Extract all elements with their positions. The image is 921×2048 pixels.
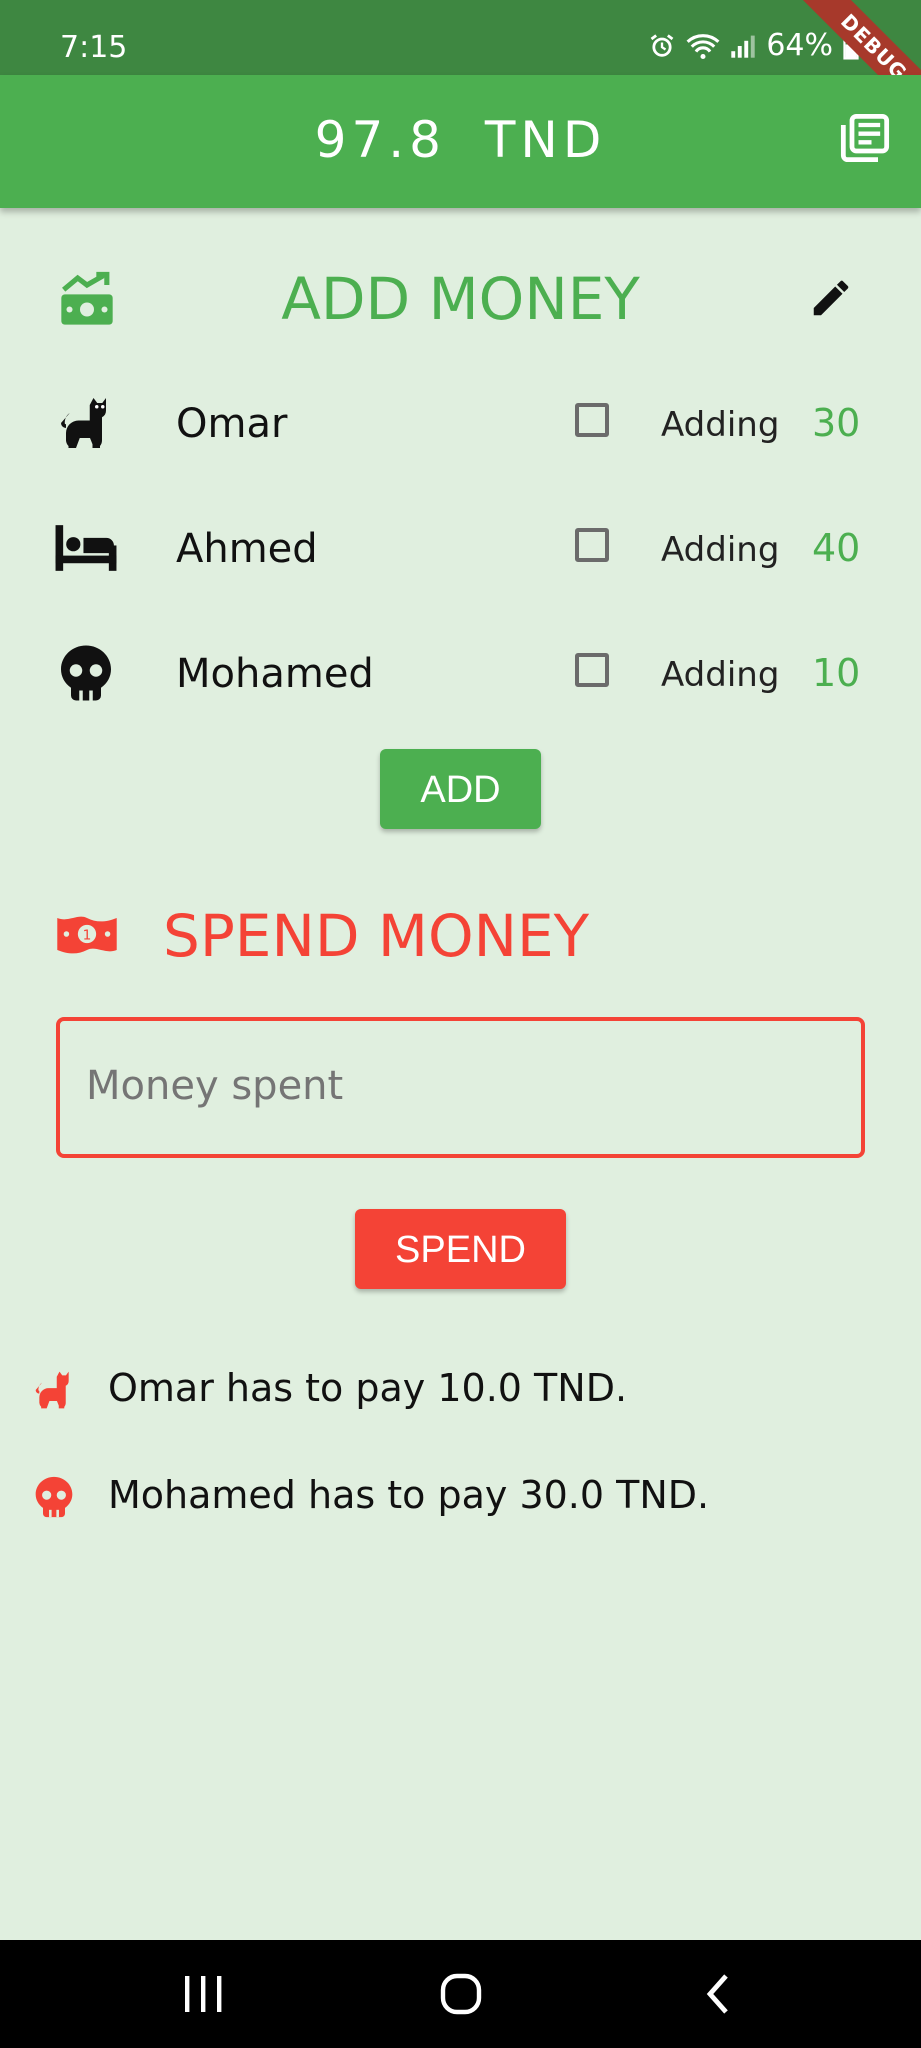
adding-label: Adding (661, 405, 780, 445)
edit-button[interactable] (808, 275, 858, 325)
money-spent-placeholder: Money spent (86, 1063, 344, 1109)
status-time: 7:15 (60, 30, 128, 65)
cat-icon (35, 1371, 69, 1409)
add-button[interactable]: ADD (380, 749, 541, 829)
person-row-mohamed: Mohamed Adding 10 (0, 623, 921, 723)
spend-button[interactable]: SPEND (355, 1209, 566, 1289)
status-bar: 7:15 64% DEBUG (0, 0, 921, 127)
money-spent-input[interactable]: Money spent (56, 1017, 865, 1158)
ledger-button[interactable] (839, 112, 891, 164)
bed-icon (55, 525, 117, 571)
add-money-title: ADD MONEY (281, 265, 640, 333)
adding-label: Adding (661, 655, 780, 695)
debt-text: Omar has to pay 10.0 TND. (108, 1366, 628, 1410)
add-checkbox-omar[interactable] (575, 403, 609, 437)
adding-label: Adding (661, 530, 780, 570)
spend-money-title: SPEND MONEY (163, 902, 590, 970)
balance-title: 97.8 TND (314, 111, 607, 169)
add-checkbox-ahmed[interactable] (575, 528, 609, 562)
person-name: Ahmed (176, 526, 318, 572)
status-icons: 64% (648, 28, 859, 63)
person-name: Omar (176, 401, 288, 447)
battery-percent: 64% (766, 28, 833, 63)
back-button[interactable] (690, 1968, 750, 2020)
recent-apps-button[interactable] (173, 1968, 233, 2020)
debt-item: Omar has to pay 10.0 TND. (0, 1360, 921, 1420)
home-icon (440, 1973, 482, 2015)
adding-amount: 10 (812, 651, 861, 695)
person-name: Mohamed (176, 651, 374, 697)
debt-item: Mohamed has to pay 30.0 TND. (0, 1467, 921, 1527)
app-bar: 97.8 TND (0, 75, 921, 208)
back-icon (706, 1974, 728, 2014)
signal-icon (731, 35, 756, 58)
wifi-icon (686, 33, 720, 59)
system-nav-bar (0, 1940, 921, 2048)
spend-money-header: 1 SPEND MONEY (0, 902, 921, 982)
home-button[interactable] (431, 1968, 491, 2020)
cat-icon (61, 398, 107, 448)
skull-icon (35, 1476, 73, 1518)
person-row-ahmed: Ahmed Adding 40 (0, 498, 921, 598)
alarm-icon (650, 33, 674, 57)
skull-icon (61, 645, 111, 701)
svg-text:1: 1 (83, 928, 92, 944)
banknote-icon: 1 (57, 916, 117, 954)
adding-amount: 30 (812, 401, 861, 445)
person-row-omar: Omar Adding 30 (0, 373, 921, 473)
edit-icon (813, 280, 849, 316)
recent-apps-icon (185, 1976, 222, 2012)
ledger-icon (840, 113, 890, 163)
add-checkbox-mohamed[interactable] (575, 653, 609, 687)
debt-text: Mohamed has to pay 30.0 TND. (108, 1473, 710, 1517)
add-money-header: ADD MONEY (0, 265, 921, 345)
adding-amount: 40 (812, 526, 861, 570)
